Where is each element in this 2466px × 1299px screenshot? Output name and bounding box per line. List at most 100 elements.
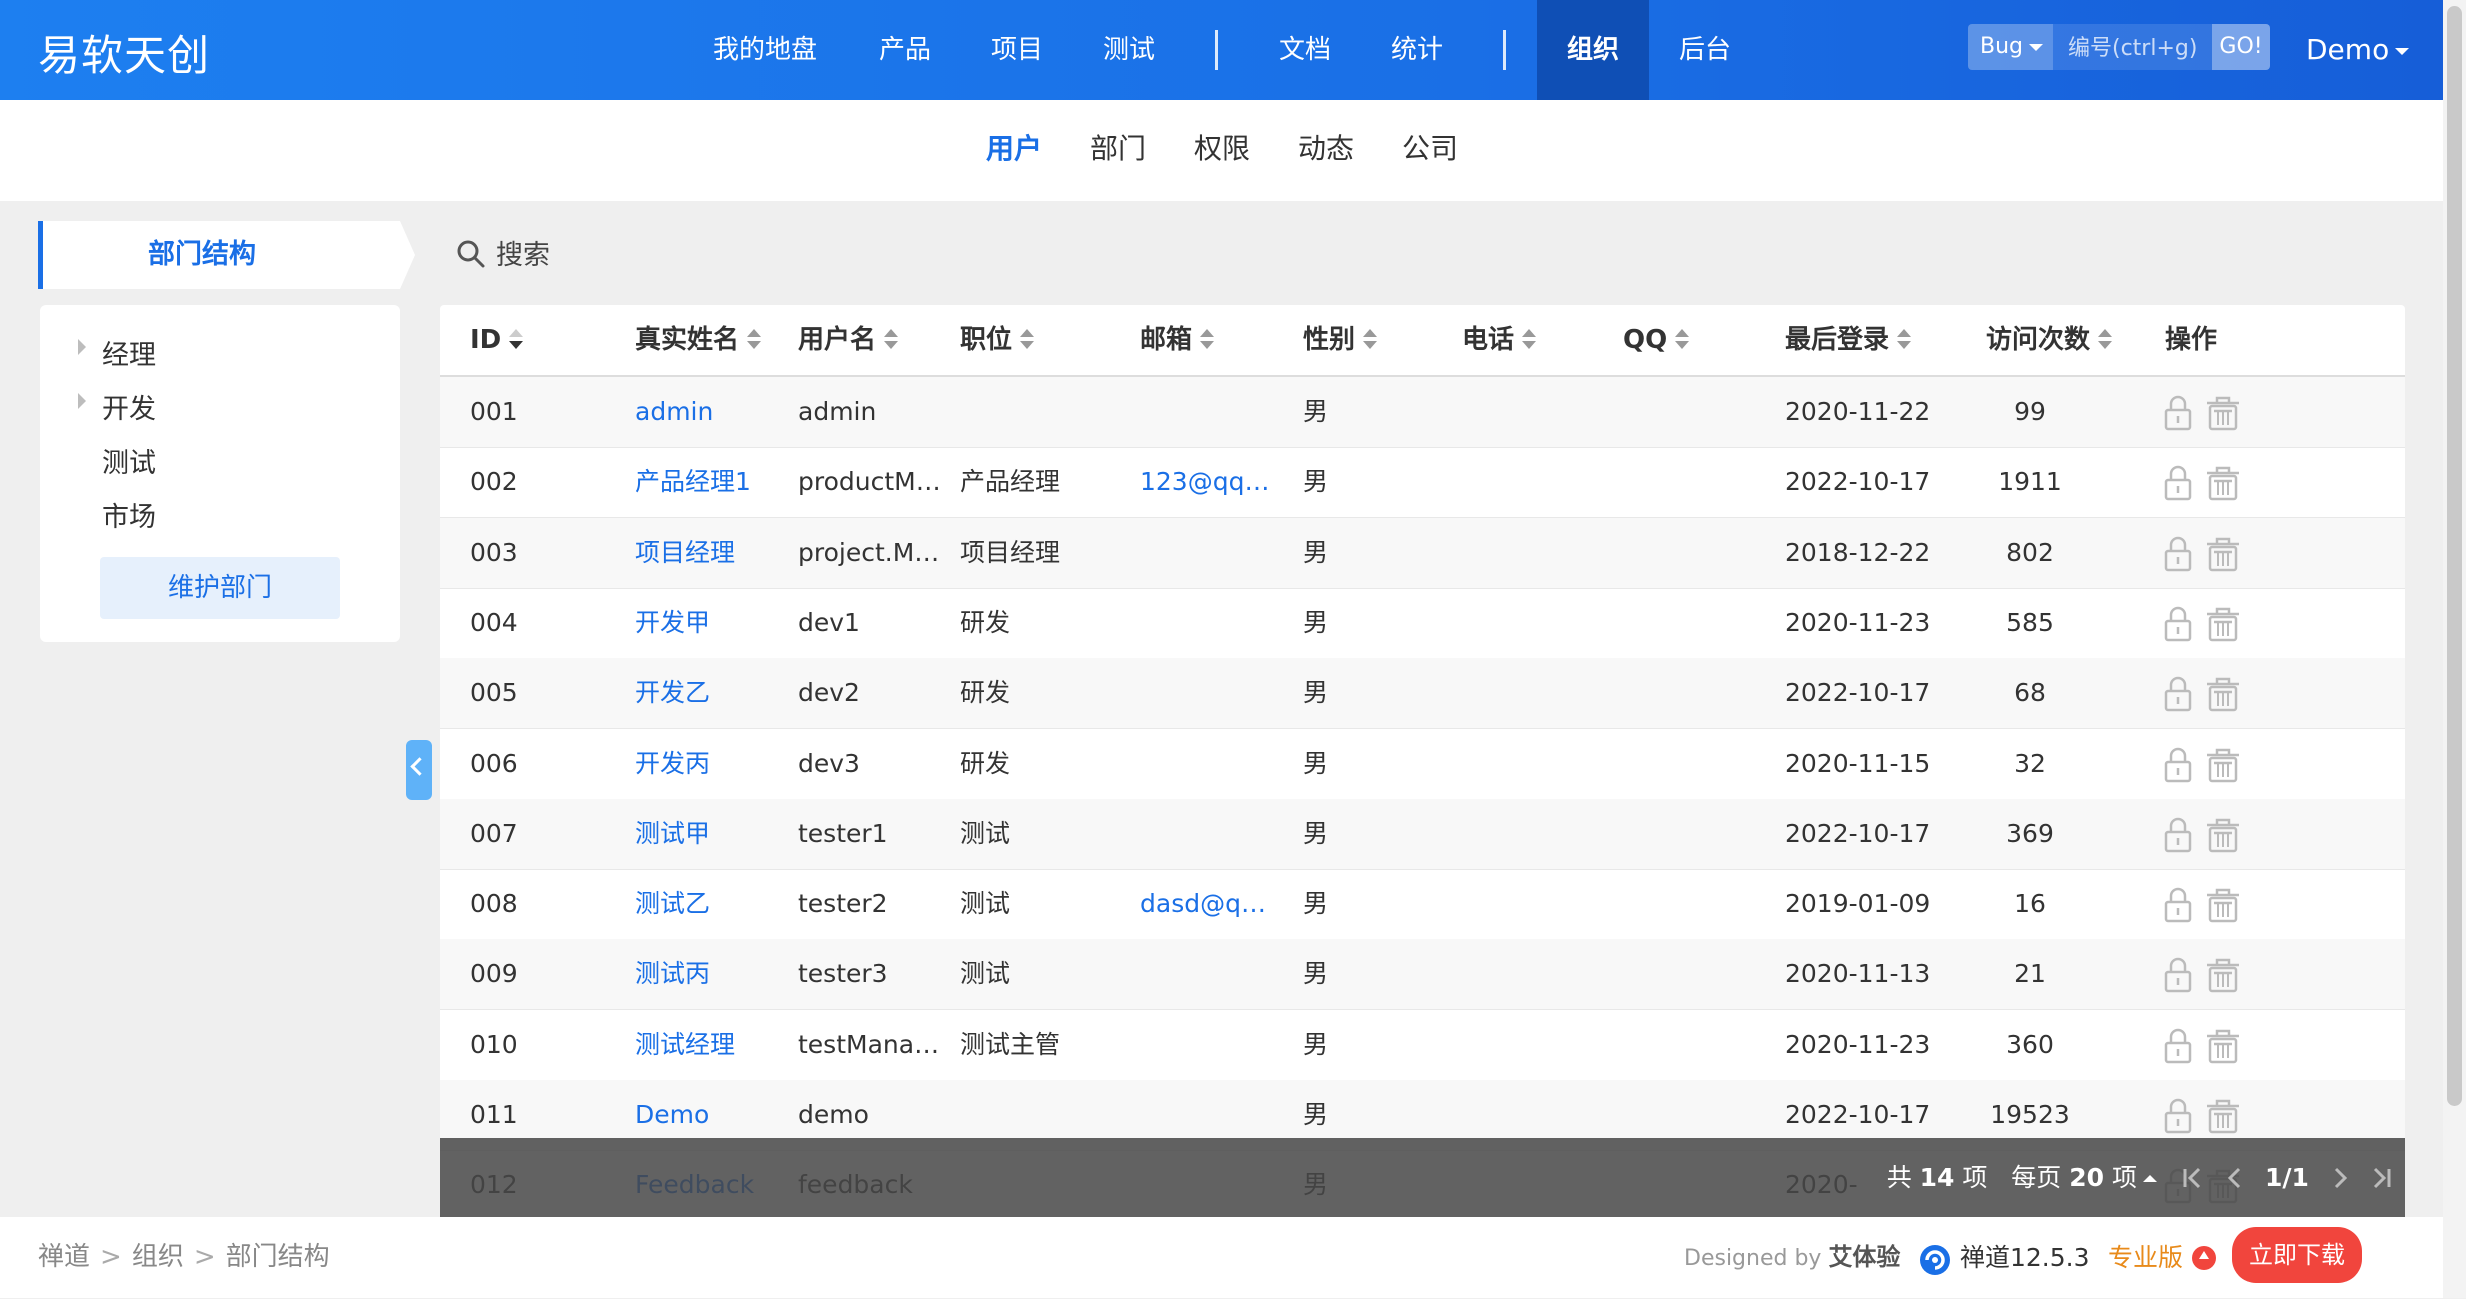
- nav-admin[interactable]: 后台: [1660, 0, 1750, 100]
- breadcrumb: 禅道 > 组织 > 部门结构: [38, 1217, 330, 1298]
- edition-label[interactable]: 专业版: [2108, 1217, 2183, 1298]
- unlock-icon[interactable]: [2163, 394, 2193, 436]
- nav-qa[interactable]: 测试: [1084, 0, 1174, 100]
- search-type-select[interactable]: Bug: [1968, 24, 2053, 70]
- column-header-realname[interactable]: 真实姓名: [635, 305, 762, 375]
- user-menu[interactable]: Demo: [2306, 0, 2410, 100]
- scrollbar-thumb[interactable]: [2447, 6, 2462, 1106]
- unlock-icon[interactable]: [2163, 605, 2193, 647]
- cell-realname[interactable]: 测试甲: [635, 799, 790, 869]
- brand-logo[interactable]: 易软天创: [38, 22, 210, 83]
- column-header-phone[interactable]: 电话: [1462, 305, 1537, 375]
- table-row[interactable]: 004 开发甲 dev1 研发男 2020-11-23 585: [440, 588, 2405, 659]
- delete-icon[interactable]: [2204, 464, 2242, 506]
- search-go-button[interactable]: GO!: [2212, 24, 2270, 70]
- breadcrumb-separator: >: [193, 1242, 216, 1272]
- delete-icon[interactable]: [2204, 956, 2242, 998]
- column-header-gender[interactable]: 性别: [1303, 305, 1378, 375]
- nav-company[interactable]: 组织: [1537, 0, 1649, 100]
- tab-dynamic[interactable]: 动态: [1298, 100, 1354, 198]
- tab-group[interactable]: 权限: [1194, 100, 1250, 198]
- nav-doc[interactable]: 文档: [1260, 0, 1350, 100]
- nav-my[interactable]: 我的地盘: [700, 0, 830, 100]
- breadcrumb-item[interactable]: 组织: [132, 1242, 184, 1272]
- column-header-account[interactable]: 用户名: [798, 305, 899, 375]
- unlock-icon[interactable]: [2163, 1097, 2193, 1139]
- version-label[interactable]: 禅道12.5.3: [1960, 1217, 2090, 1298]
- tab-user[interactable]: 用户: [986, 100, 1042, 198]
- breadcrumb-item[interactable]: 禅道: [38, 1242, 90, 1272]
- first-page-icon[interactable]: [2180, 1165, 2206, 1191]
- cell-realname[interactable]: 开发丙: [635, 729, 790, 799]
- caret-up-icon: [2143, 1175, 2157, 1182]
- nav-project[interactable]: 项目: [972, 0, 1062, 100]
- maintain-dept-button[interactable]: 维护部门: [100, 557, 340, 619]
- table-row[interactable]: 003 项目经理 project.Mana 项目经理男 2018-12-22 802: [440, 517, 2405, 589]
- cell-realname[interactable]: 开发乙: [635, 658, 790, 728]
- unlock-icon[interactable]: [2163, 675, 2193, 717]
- table-row[interactable]: 006 开发丙 dev3 研发男 2020-11-15 32: [440, 729, 2405, 800]
- tab-company[interactable]: 公司: [1402, 100, 1458, 198]
- cell-realname[interactable]: 测试经理: [635, 1010, 790, 1080]
- tab-dept[interactable]: 部门: [1090, 100, 1146, 198]
- unlock-icon[interactable]: [2163, 816, 2193, 858]
- table-row[interactable]: 010 测试经理 testManager 测试主管男 2020-11-23 360: [440, 1010, 2405, 1081]
- delete-icon[interactable]: [2204, 816, 2242, 858]
- upgrade-icon[interactable]: [2192, 1246, 2216, 1270]
- cell-email[interactable]: dasd@q…: [1140, 869, 1270, 939]
- cell-realname[interactable]: 测试丙: [635, 939, 790, 1009]
- per-page-select[interactable]: 每页 20 项: [2011, 1163, 2157, 1192]
- table-row[interactable]: 002 产品经理1 productMana 产品经理 123@qq… 男 2022-10-1…: [440, 447, 2405, 519]
- nav-report[interactable]: 统计: [1372, 0, 1462, 100]
- delete-icon[interactable]: [2204, 535, 2242, 577]
- column-header-qq[interactable]: QQ: [1623, 305, 1690, 375]
- tree-item[interactable]: 经理: [102, 333, 156, 372]
- table-row[interactable]: 009 测试丙 tester3 测试男 2020-11-13 21: [440, 939, 2405, 1011]
- tree-item[interactable]: 市场: [102, 495, 156, 534]
- tree-item[interactable]: 测试: [102, 441, 156, 480]
- next-page-icon[interactable]: [2327, 1165, 2353, 1191]
- column-header-role[interactable]: 职位: [960, 305, 1035, 375]
- caret-right-icon[interactable]: [78, 339, 86, 355]
- designed-by[interactable]: Designed by 艾体验: [1684, 1217, 1900, 1299]
- tree-item[interactable]: 开发: [102, 387, 156, 426]
- nav-product[interactable]: 产品: [860, 0, 950, 100]
- download-button[interactable]: 立即下载: [2232, 1227, 2362, 1283]
- collapse-sidebar-button[interactable]: [406, 740, 432, 800]
- delete-icon[interactable]: [2204, 675, 2242, 717]
- table-row[interactable]: 001 admin admin 男 2020-11-22 99: [440, 377, 2405, 448]
- column-header-id[interactable]: ID: [470, 305, 524, 375]
- page-scrollbar[interactable]: [2443, 0, 2466, 1298]
- column-header-label: 访问次数: [1986, 325, 2091, 355]
- cell-id: 004: [470, 607, 518, 637]
- delete-icon[interactable]: [2204, 605, 2242, 647]
- table-row[interactable]: 008 测试乙 tester2 测试 dasd@q… 男 2019-01-09 16: [440, 869, 2405, 941]
- unlock-icon[interactable]: [2163, 535, 2193, 577]
- cell-realname[interactable]: 开发甲: [635, 588, 790, 658]
- delete-icon[interactable]: [2204, 746, 2242, 788]
- unlock-icon[interactable]: [2163, 956, 2193, 998]
- prev-page-icon[interactable]: [2222, 1165, 2248, 1191]
- column-header-visits[interactable]: 访问次数: [1986, 305, 2113, 375]
- delete-icon[interactable]: [2204, 1097, 2242, 1139]
- cell-realname[interactable]: 产品经理1: [635, 447, 790, 517]
- column-header-email[interactable]: 邮箱: [1140, 305, 1215, 375]
- unlock-icon[interactable]: [2163, 464, 2193, 506]
- cell-visits: 99: [2014, 397, 2046, 426]
- last-page-icon[interactable]: [2368, 1165, 2394, 1191]
- delete-icon[interactable]: [2204, 886, 2242, 928]
- column-header-last-login[interactable]: 最后登录: [1785, 305, 1912, 375]
- unlock-icon[interactable]: [2163, 1027, 2193, 1069]
- cell-realname[interactable]: 测试乙: [635, 869, 790, 939]
- search-input[interactable]: [2056, 24, 2220, 72]
- unlock-icon[interactable]: [2163, 886, 2193, 928]
- cell-realname[interactable]: admin: [635, 377, 790, 447]
- delete-icon[interactable]: [2204, 1027, 2242, 1069]
- unlock-icon[interactable]: [2163, 746, 2193, 788]
- cell-realname[interactable]: 项目经理: [635, 518, 790, 588]
- table-row[interactable]: 007 测试甲 tester1 测试男 2022-10-17 369: [440, 798, 2405, 870]
- cell-email[interactable]: 123@qq…: [1140, 447, 1270, 517]
- caret-right-icon[interactable]: [78, 393, 86, 409]
- delete-icon[interactable]: [2204, 394, 2242, 436]
- table-row[interactable]: 005 开发乙 dev2 研发男 2022-10-17 68: [440, 658, 2405, 730]
